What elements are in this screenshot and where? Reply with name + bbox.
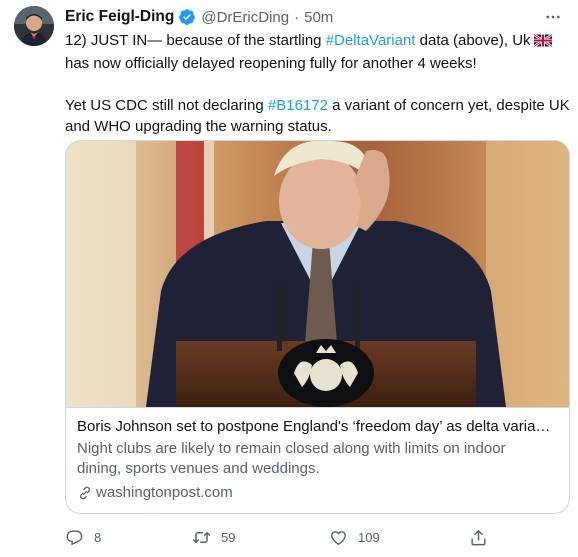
tweet-text-segment: a variant of concern yet, despite UK (327, 97, 570, 114)
retweet-icon (192, 531, 211, 543)
tweet-header: Eric Feigl-Ding @DrEricDing · 50m (65, 6, 333, 28)
share-icon (471, 529, 486, 545)
more-horizontal-icon (546, 15, 560, 19)
tweet-timestamp[interactable]: 50m (304, 9, 333, 26)
retweet-count: 59 (221, 529, 236, 545)
more-options-button[interactable] (542, 6, 564, 28)
author-handle[interactable]: @DrEricDing (201, 9, 289, 26)
tweet-text: 12) JUST IN— because of the startling #D… (65, 30, 570, 137)
card-description-line: Night clubs are likely to remain closed … (77, 440, 506, 457)
tweet-text-line: has now officially delayed reopening ful… (65, 55, 477, 72)
author-name[interactable]: Eric Feigl-Ding (65, 8, 174, 26)
card-description: Night clubs are likely to remain closed … (77, 439, 558, 479)
reply-icon (66, 529, 83, 545)
separator-dot: · (294, 8, 300, 26)
retweet-button[interactable]: 59 (192, 528, 235, 547)
tweet-actions: 8 59 109 (65, 526, 495, 548)
share-button[interactable] (469, 528, 488, 547)
card-body[interactable]: Boris Johnson set to postpone England's … (66, 407, 569, 513)
tweet-text-segment: Yet US CDC still not declaring (65, 97, 268, 114)
card-domain-text: washingtonpost.com (96, 484, 233, 501)
card-description-line: dining, sports venues and weddings. (77, 460, 320, 477)
card-image[interactable] (66, 141, 569, 407)
like-button[interactable]: 109 (329, 528, 380, 547)
avatar[interactable] (14, 6, 54, 46)
reply-count: 8 (94, 529, 102, 545)
tweet-text-segment: data (above), Uk (415, 32, 531, 49)
like-count: 109 (358, 529, 380, 545)
verified-badge-icon (178, 8, 196, 26)
tweet-text-segment: 12) JUST IN— because of the startling (65, 32, 326, 49)
tweet[interactable]: Eric Feigl-Ding @DrEricDing · 50m 12) JU… (0, 0, 578, 557)
hashtag-delta-variant[interactable]: #DeltaVariant (326, 32, 416, 49)
tweet-text-line: and WHO upgrading the warning status. (65, 118, 332, 135)
uk-flag-icon (532, 32, 553, 53)
heart-icon (331, 530, 346, 545)
reply-button[interactable]: 8 (65, 528, 101, 547)
hashtag-b16172[interactable]: #B16172 (268, 97, 328, 114)
link-preview-card[interactable]: Boris Johnson set to postpone England's … (65, 140, 570, 514)
link-icon (80, 486, 90, 500)
card-domain[interactable]: washingtonpost.com (77, 483, 558, 503)
card-title[interactable]: Boris Johnson set to postpone England's … (77, 417, 558, 437)
